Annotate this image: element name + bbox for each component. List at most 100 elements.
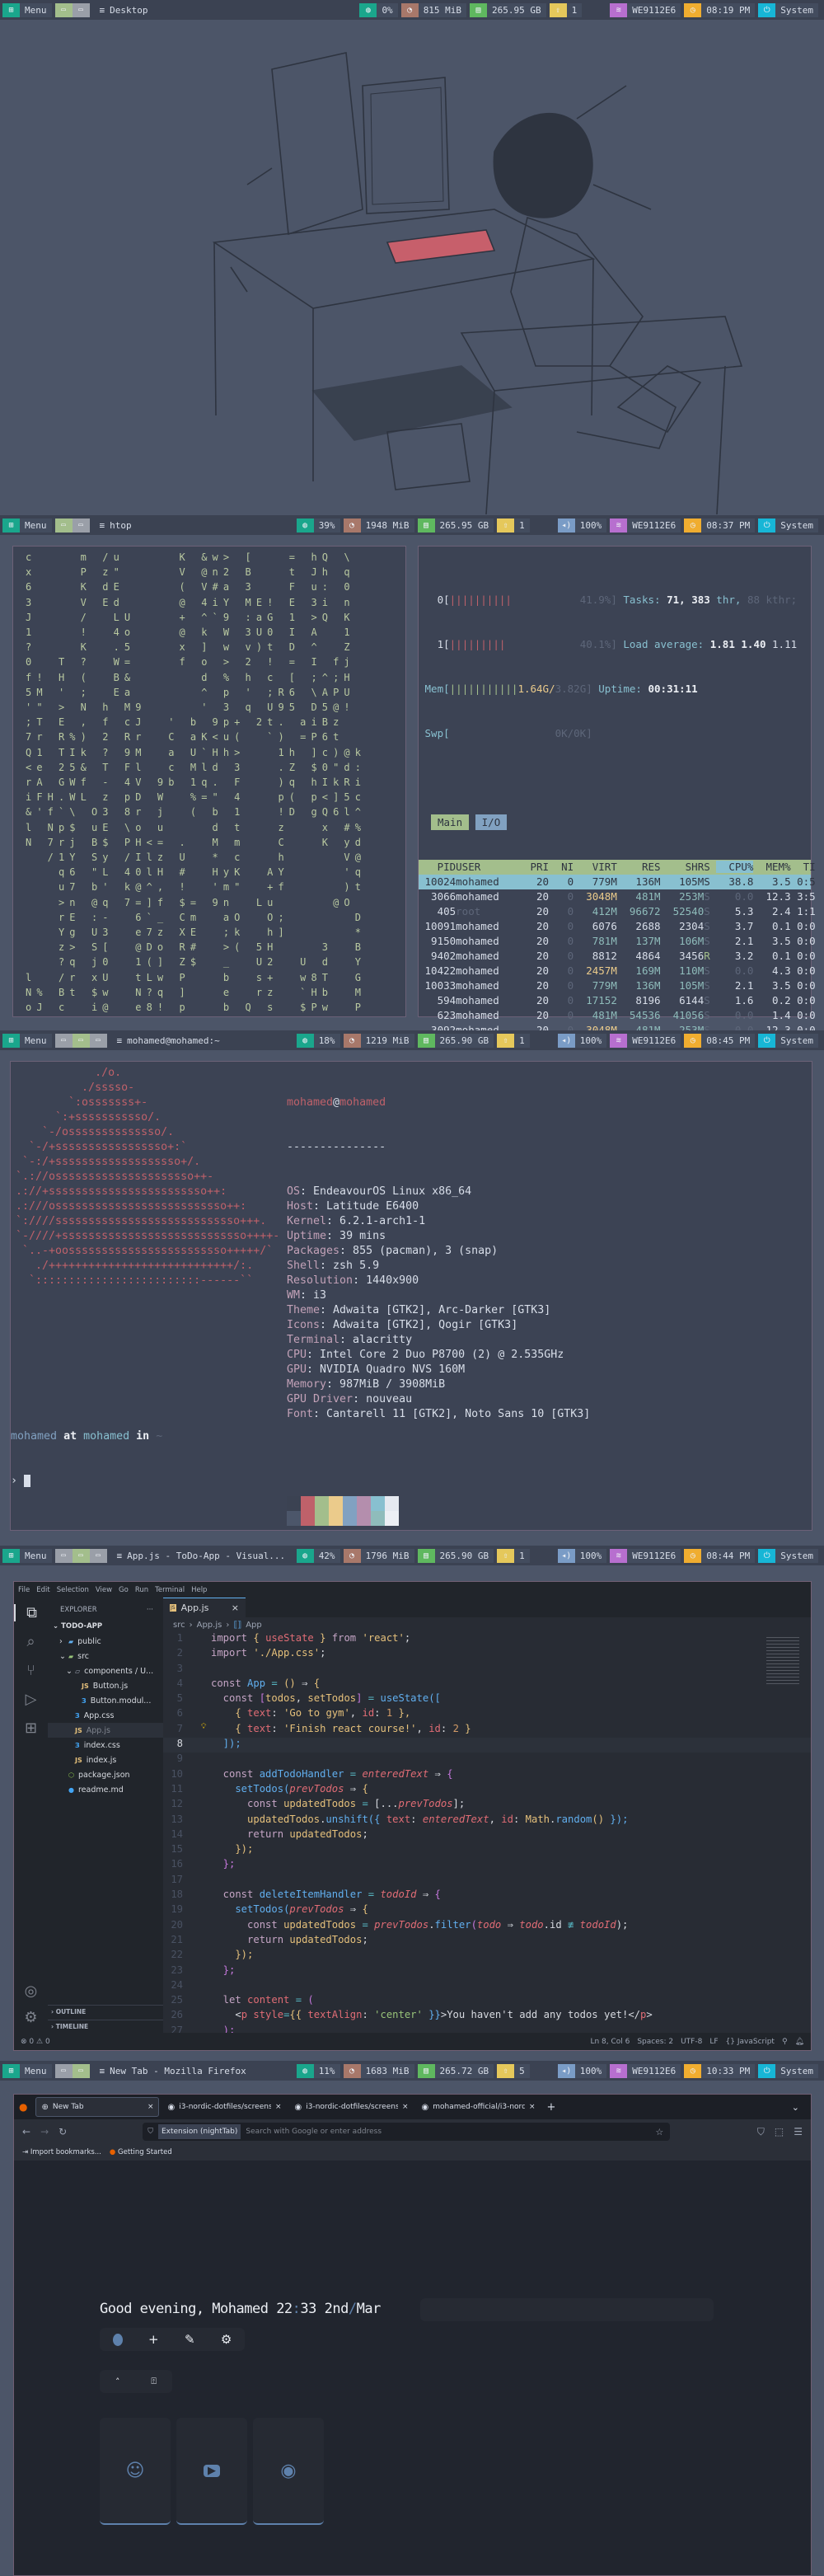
tab-app-js[interactable]: JS App.js × [163, 1598, 246, 1617]
menu-button[interactable]: ⊞ Menu [2, 2063, 52, 2078]
tab-io[interactable]: I/O [475, 814, 508, 830]
menu-button[interactable]: ⊞ Menu [2, 518, 52, 533]
code-line[interactable]: 15 }); [163, 1843, 811, 1858]
list-all-tabs-button[interactable]: ⌄ [792, 2102, 799, 2113]
process-row[interactable]: 10422mohamed 20 0 2457M 169M 110MS 0.0 4… [419, 964, 816, 978]
file-tree-item[interactable]: ● readme.md [48, 1782, 163, 1797]
menu-view[interactable]: View [96, 1586, 112, 1594]
extensions-icon[interactable]: ⊞ [14, 1720, 48, 1737]
code-line[interactable]: 17 [163, 1874, 811, 1889]
column-header[interactable]: TI [791, 861, 816, 873]
code-line[interactable]: 21 return updatedTodos; [163, 1934, 811, 1949]
wifi-widget[interactable]: ≋ WE9112E6 [610, 1033, 681, 1048]
bookmark-getting-started[interactable]: ● Getting Started [110, 2148, 172, 2156]
outline-section[interactable]: › OUTLINE [48, 2005, 163, 2018]
code-line[interactable]: 16 }; [163, 1858, 811, 1873]
collapse-chevron-icon[interactable]: ˄ [115, 2377, 120, 2387]
close-tab-button[interactable]: × [232, 1602, 239, 1613]
htop-terminal[interactable]: 0[|||||||||| 41.9%] Tasks: 71, 383 thr, … [418, 546, 816, 1030]
workspace-1[interactable]: ▭ [54, 518, 73, 533]
code-line[interactable]: 22 }); [163, 1949, 811, 1964]
column-header[interactable]: PRI [524, 861, 549, 873]
menu-run[interactable]: Run [135, 1586, 148, 1594]
workspace-1[interactable]: ▭ [54, 2063, 73, 2078]
workspace-2[interactable]: ▭ [72, 2, 90, 17]
bookmark-import[interactable]: ⇥ Import bookmarks... [22, 2148, 101, 2156]
system-button[interactable]: ⏻ System [758, 1033, 818, 1048]
address-input[interactable]: Search with Google or enter address [246, 2128, 382, 2136]
code-line[interactable]: 9 [163, 1753, 811, 1767]
process-row[interactable]: 3092mohamed 20 0 3048M 481M 253MS 0.0 12… [419, 1023, 816, 1030]
code-line[interactable]: 5 const [todos, setTodos] = useState([ [163, 1692, 811, 1707]
column-header[interactable]: CPU% [716, 861, 754, 873]
firefox-logo-icon[interactable]: ● [19, 2101, 27, 2113]
wifi-widget[interactable]: ≋ WE9112E6 [610, 518, 681, 533]
file-tree-item[interactable]: JS Button.js [48, 1678, 163, 1693]
problems-indicator[interactable]: ⊗ 0 ⚠ 0 [21, 2038, 50, 2046]
wifi-widget[interactable]: ≋ WE9112E6 [610, 2, 681, 17]
workspace-3[interactable]: ▭ [89, 1548, 107, 1563]
column-header[interactable]: MEM% [753, 861, 791, 873]
extensions-icon[interactable]: ⬚ [775, 2126, 784, 2137]
lightbulb-icon[interactable]: 💡︎ [201, 1723, 211, 1738]
address-bar[interactable]: ⛉ Extension (nightTab) Search with Googl… [143, 2123, 671, 2141]
system-button[interactable]: ⏻ System [758, 1548, 818, 1563]
wifi-widget[interactable]: ≋ WE9112E6 [610, 1548, 681, 1563]
code-line[interactable]: 26 < p style ={{ textAlign: 'center' }} >Yo… [163, 2009, 811, 2024]
add-icon[interactable]: + [148, 2332, 159, 2347]
column-header[interactable]: SHR [661, 861, 705, 873]
updates-widget[interactable]: ⇧ 1 [497, 518, 530, 533]
file-tree-item[interactable]: › ▰ public [48, 1634, 163, 1649]
reload-button[interactable]: ↻ [59, 2126, 67, 2137]
menu-file[interactable]: File [18, 1586, 30, 1594]
editor[interactable]: JS App.js × src › App.js › ⟦⟧ App 1 import { use… [163, 1598, 811, 2036]
column-header[interactable]: VIRT [574, 861, 617, 873]
extension-badge[interactable]: Extension (nightTab) [157, 2124, 241, 2139]
workspace-2[interactable]: ▭ [72, 2063, 90, 2078]
code-line[interactable]: 7 💡︎ { text: 'Finish react course!', id: … [163, 1723, 811, 1738]
process-row[interactable]: 10033mohamed 20 0 779M 136M 105MS 2.1 3.… [419, 978, 816, 993]
more-actions-button[interactable]: ··· [147, 1606, 153, 1614]
pocket-icon[interactable]: ⛉ [757, 2126, 765, 2138]
workspace-2[interactable]: ▭ [72, 1548, 90, 1563]
settings-gear-icon[interactable]: ⚙ [221, 2332, 232, 2347]
updates-widget[interactable]: ⇧ 1 [549, 2, 583, 17]
code-line[interactable]: 24 [163, 1979, 811, 1994]
file-tree-item[interactable]: Зindex.css [48, 1738, 163, 1753]
browser-tab[interactable]: ◉ mohamed-official/i3-nordi × [416, 2097, 540, 2117]
code-line[interactable]: 2 import './App.css'; [163, 1647, 811, 1662]
bookmark-tile-github[interactable]: ◉ [253, 2418, 324, 2525]
system-button[interactable]: ⏻ System [758, 2, 818, 17]
code-line[interactable]: 25 let content = ( [163, 1994, 811, 2009]
feedback-icon[interactable]: ⚲ [782, 2038, 788, 2046]
column-header[interactable]: NI [549, 861, 574, 873]
new-tab-button[interactable]: + [546, 2101, 555, 2114]
search-icon[interactable]: ⌕ [14, 1633, 48, 1650]
shell-input[interactable]: › [11, 1474, 162, 1489]
encoding[interactable]: UTF-8 [681, 2038, 702, 2046]
explorer-icon[interactable]: ⧉ [14, 1604, 48, 1621]
volume-widget[interactable]: ◂) 100% [557, 1548, 607, 1563]
process-row[interactable]: 3066mohamed 20 0 3048M 481M 253MS 0.0 12… [419, 889, 816, 904]
code-line[interactable]: 1 import { useState } from 'react'; [163, 1632, 811, 1647]
shield-icon[interactable]: ⛉ [147, 2128, 153, 2136]
run-debug-icon[interactable]: ▷ [14, 1691, 48, 1708]
file-tree-item[interactable]: З App.css [48, 1708, 163, 1723]
process-table-header[interactable]: PIDUSER PRI NI VIRT RES SHRS CPU% MEM% T… [419, 860, 816, 875]
cursor-position[interactable]: Ln 8, Col 6 [590, 2038, 630, 2046]
file-tree-item[interactable]: ⬡ package.json [48, 1767, 163, 1782]
tab-close-button[interactable]: × [275, 2103, 282, 2111]
process-row[interactable]: 9150mohamed 20 0 781M 137M 106MS 2.1 3.5… [419, 934, 816, 949]
column-header[interactable]: PID [419, 861, 456, 873]
file-tree-item[interactable]: ⌄ ▰ src [48, 1649, 163, 1663]
process-row[interactable]: 623mohamed 20 0 481M 54536 41056S 0.0 1.… [419, 1008, 816, 1023]
code-line[interactable]: 12 const updatedTodos = [... prevTodos]; [163, 1798, 811, 1813]
browser-tab[interactable]: ⊕ New Tab × [35, 2097, 160, 2117]
column-header[interactable]: USER [456, 861, 524, 873]
theme-toggle-icon[interactable] [112, 2333, 123, 2346]
process-row[interactable]: 9402mohamed 20 0 8812 4864 3456R 3.2 0.1… [419, 949, 816, 964]
column-header[interactable]: S [704, 861, 716, 873]
workspace-1[interactable]: ▭ [54, 1548, 73, 1563]
file-tree-item[interactable]: JS index.js [48, 1753, 163, 1767]
column-header[interactable]: RES [617, 861, 661, 873]
